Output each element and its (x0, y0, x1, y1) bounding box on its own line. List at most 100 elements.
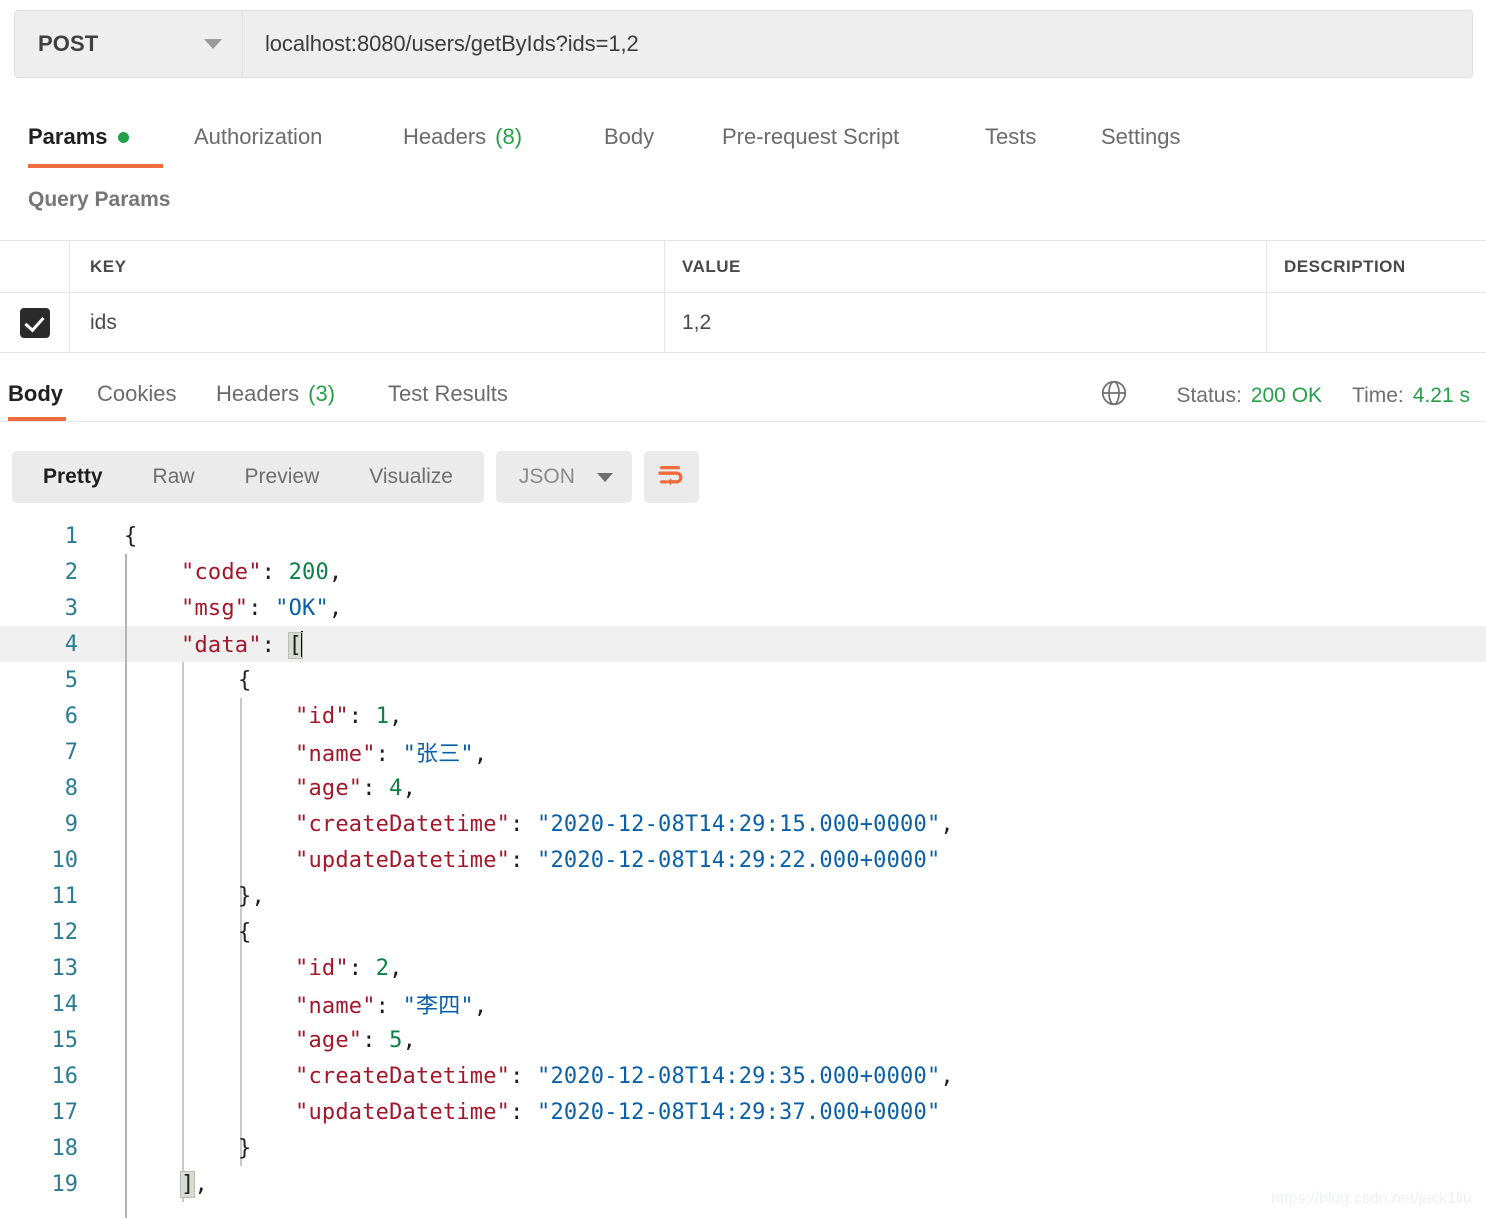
code-line: 6 "id": 1, (0, 698, 1486, 734)
line-number: 4 (64, 631, 78, 657)
column-header-value: VALUE (682, 256, 741, 276)
param-value-value: 1,2 (682, 310, 712, 334)
header-cell-key: KEY (70, 241, 665, 292)
tab-settings[interactable]: Settings (1101, 106, 1181, 168)
tab-count-badge: (3) (308, 380, 336, 406)
header-cell-value: VALUE (665, 241, 1267, 292)
response-tab-test-results[interactable]: Test Results (388, 365, 508, 422)
code-line-text: } (238, 1135, 252, 1161)
view-mode-visualize[interactable]: Visualize (344, 451, 478, 503)
code-line-text: "data": [ (181, 630, 304, 659)
line-number: 3 (64, 595, 78, 621)
status-label: Status: (1176, 384, 1242, 407)
tab-label: Params (28, 124, 108, 149)
tab-label: Body (8, 380, 63, 406)
url-input[interactable]: localhost:8080/users/getByIds?ids=1,2 (243, 11, 1472, 77)
request-tab-bar: Params Authorization Headers (8) Body Pre-req… (0, 106, 1486, 168)
line-number: 6 (64, 703, 78, 729)
query-params-title: Query Params (28, 188, 171, 211)
line-number: 8 (64, 775, 78, 801)
code-line: 19], (0, 1166, 1486, 1202)
code-line: 13 "id": 2, (0, 950, 1486, 986)
line-number: 15 (51, 1027, 79, 1053)
response-meta: Status: 200 OK Time: 4.21 s (1099, 378, 1470, 414)
query-params-table: KEY VALUE DESCRIPTION ids 1,2 (0, 240, 1486, 353)
view-mode-pretty[interactable]: Pretty (18, 451, 128, 503)
column-header-description: DESCRIPTION (1284, 256, 1406, 276)
line-number: 7 (64, 739, 78, 765)
code-line-text: }, (238, 883, 265, 909)
response-body-code-viewer[interactable]: 1{2 "code": 200, 3 "msg": "OK", 4 "data": [5{… (0, 518, 1486, 1218)
param-value-cell[interactable]: 1,2 (665, 293, 1267, 352)
param-description-cell[interactable] (1267, 293, 1486, 352)
code-line-text: { (238, 919, 252, 945)
response-view-toolbar: Pretty Raw Preview Visualize JSON (12, 451, 699, 503)
line-number: 5 (64, 667, 78, 693)
line-number: 14 (51, 991, 79, 1017)
param-enabled-checkbox[interactable] (19, 307, 50, 338)
code-line-text: "name": "张三", (295, 742, 488, 767)
tab-tests[interactable]: Tests (985, 106, 1036, 168)
code-line-text: "createDatetime": "2020-12-08T14:29:35.0… (295, 1063, 954, 1089)
watermark: https://blog.csdn.net/jack1liu (1270, 1190, 1472, 1207)
code-line: 15 "age": 5, (0, 1022, 1486, 1058)
code-line: 14 "name": "李四", (0, 986, 1486, 1022)
tab-params[interactable]: Params (28, 106, 129, 168)
unsaved-indicator-dot (117, 131, 129, 143)
tab-label: Test Results (388, 380, 508, 406)
code-line: 4 "data": [ (0, 626, 1486, 662)
time-value: 4.21 s (1412, 384, 1470, 407)
wrap-text-button[interactable] (643, 451, 699, 503)
response-tab-body[interactable]: Body (8, 365, 63, 422)
code-line: 7 "name": "张三", (0, 734, 1486, 770)
tab-label: Headers (403, 124, 487, 149)
code-line-text: "msg": "OK", (181, 595, 343, 621)
code-line: 1{ (0, 518, 1486, 554)
line-number: 11 (51, 883, 79, 909)
tab-count-badge: (8) (495, 124, 523, 149)
code-line-text: "updateDatetime": "2020-12-08T14:29:22.0… (295, 847, 941, 873)
line-number: 17 (51, 1099, 79, 1125)
code-line-text: "age": 5, (295, 1027, 417, 1053)
time-label: Time: (1352, 384, 1404, 407)
line-number: 12 (51, 919, 79, 945)
tab-authorization[interactable]: Authorization (194, 106, 322, 168)
globe-icon[interactable] (1099, 378, 1129, 414)
code-line: 2 "code": 200, (0, 554, 1486, 590)
code-line: 3 "msg": "OK", (0, 590, 1486, 626)
code-line: 17 "updateDatetime": "2020-12-08T14:29:37… (0, 1094, 1486, 1130)
view-mode-preview[interactable]: Preview (220, 451, 345, 503)
tab-headers[interactable]: Headers (8) (403, 106, 522, 168)
chevron-down-icon (596, 472, 613, 482)
line-number: 18 (51, 1135, 79, 1161)
http-method-dropdown[interactable]: POST (15, 11, 243, 77)
code-line-text: "name": "李四", (295, 994, 488, 1019)
line-number: 1 (64, 523, 78, 549)
response-tab-headers[interactable]: Headers (3) (216, 365, 335, 422)
tab-body[interactable]: Body (604, 106, 654, 168)
code-line-text: { (124, 523, 138, 549)
param-key-value: ids (90, 310, 117, 334)
tab-label: Headers (216, 380, 300, 406)
code-line: 10 "updateDatetime": "2020-12-08T14:29:22… (0, 842, 1486, 878)
param-key-cell[interactable]: ids (70, 293, 665, 352)
code-line: 5{ (0, 662, 1486, 698)
line-number: 10 (51, 847, 79, 873)
tab-label: Authorization (194, 124, 323, 149)
code-line: 11}, (0, 878, 1486, 914)
format-dropdown[interactable]: JSON (495, 451, 632, 503)
chevron-down-icon (204, 39, 222, 49)
active-tab-underline (28, 164, 163, 168)
format-label: JSON (518, 465, 575, 488)
view-mode-raw[interactable]: Raw (128, 451, 220, 503)
line-number: 2 (64, 559, 78, 585)
tab-label: Tests (985, 124, 1037, 149)
tab-pre-request-script[interactable]: Pre-request Script (722, 106, 899, 168)
wrap-text-icon (657, 463, 685, 492)
view-mode-segmented-control: Pretty Raw Preview Visualize (12, 451, 484, 503)
code-line-text: "id": 1, (295, 703, 403, 729)
response-tab-cookies[interactable]: Cookies (97, 365, 176, 422)
code-line-text: "code": 200, (181, 559, 343, 585)
code-line-text: ], (179, 1170, 208, 1198)
code-line-list: 1{2 "code": 200, 3 "msg": "OK", 4 "data": [5{… (0, 518, 1486, 1202)
